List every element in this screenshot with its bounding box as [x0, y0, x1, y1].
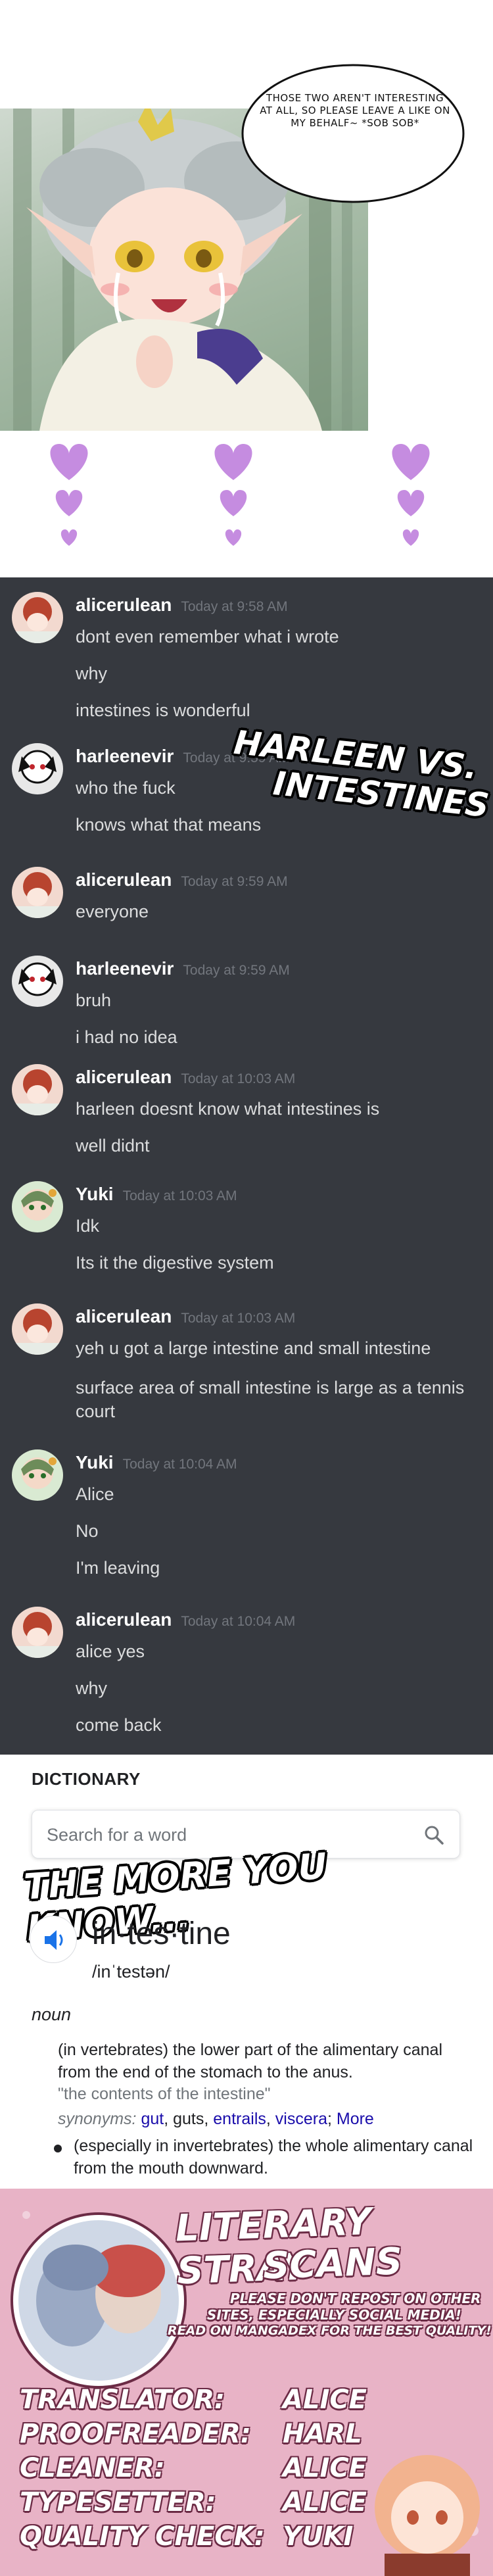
avatar-alicerulean[interactable]: [12, 1607, 63, 1658]
timestamp: Today at 10:03 AM: [181, 1071, 296, 1086]
avatar-alicerulean[interactable]: [12, 592, 63, 643]
credit-name: ALICE: [283, 2453, 367, 2483]
message-header: alicerulean Today at 10:03 AM: [76, 1067, 295, 1088]
bullet-dot: [54, 2145, 62, 2152]
speech-bubble: [241, 64, 465, 203]
credit-role: TYPESETTER:: [20, 2487, 216, 2517]
speech-bubble-text: THOSE TWO AREN'T INTERESTING AT ALL, SO …: [260, 92, 450, 129]
heart-stack-center: [214, 444, 252, 546]
message-line: surface area of small intestine is large…: [76, 1378, 465, 1421]
timestamp: Today at 10:04 AM: [122, 1457, 237, 1472]
message-line: dont even remember what i wrote: [76, 627, 339, 646]
message-line: harleen doesnt know what intestines is: [76, 1099, 380, 1119]
username[interactable]: alicerulean: [76, 1306, 172, 1326]
message-header: harleenevir Today at 9:59 AM: [76, 958, 290, 979]
message-line: i had no idea: [76, 1027, 177, 1047]
message-line: why: [76, 664, 108, 683]
avatar-harleenevir[interactable]: [12, 743, 63, 794]
more-synonyms-link[interactable]: More: [337, 2110, 374, 2128]
heart-stack-left: [50, 444, 88, 546]
credit-role: QUALITY CHECK:: [20, 2521, 265, 2552]
notice-line-2: SITES, ESPECIALLY SOCIAL MEDIA!: [207, 2307, 461, 2323]
username[interactable]: alicerulean: [76, 1067, 172, 1087]
message-line: Its it the digestive system: [76, 1253, 274, 1273]
username[interactable]: alicerulean: [76, 595, 172, 615]
notice-line-3: READ ON MANGADEX FOR THE BEST QUALITY!: [168, 2323, 492, 2338]
headword: in·tes·tine: [92, 1916, 231, 1951]
speaker-icon: [45, 1930, 63, 1950]
credit-name: ALICE: [283, 2487, 367, 2517]
timestamp: Today at 10:03 AM: [181, 1311, 296, 1326]
avatar-alicerulean[interactable]: [12, 1064, 63, 1115]
avatar-harleenevir[interactable]: [12, 956, 63, 1007]
message-line: alice yes: [76, 1641, 145, 1661]
manga-panel-section: THOSE TWO AREN'T INTERESTING AT ALL, SO …: [0, 0, 493, 572]
avatar-yuki[interactable]: [12, 1181, 63, 1232]
message-header: Yuki Today at 10:04 AM: [76, 1452, 237, 1473]
synonym-separator: ;: [327, 2110, 337, 2128]
dictionary-header: DICTIONARY: [32, 1769, 141, 1789]
scanlation-credits: LITERARY STRAY SCANS PLEASE DON'T REPOST…: [0, 2189, 493, 2576]
username[interactable]: harleenevir: [76, 958, 174, 979]
timestamp: Today at 9:59 AM: [183, 963, 290, 978]
synonyms-row: synonyms: gut, guts, entrails, viscera; …: [58, 2110, 374, 2129]
dictionary-card: DICTIONARY THE MORE YOU KNOW... in·tes·t…: [0, 1755, 493, 2189]
message-line: everyone: [76, 902, 149, 921]
synonym-link[interactable]: viscera: [275, 2110, 327, 2128]
message-header: alicerulean Today at 9:58 AM: [76, 595, 288, 616]
discord-chat-log: alicerulean Today at 9:58 AM dont even re…: [0, 577, 493, 1755]
timestamp: Today at 9:59 AM: [181, 874, 288, 889]
pronunciation-button[interactable]: [30, 1916, 77, 1963]
username[interactable]: alicerulean: [76, 1609, 172, 1630]
synonym-separator: ,: [164, 2110, 174, 2128]
message-line: well didnt: [76, 1136, 150, 1155]
username[interactable]: alicerulean: [76, 869, 172, 890]
message-line: intestines is wonderful: [76, 700, 250, 720]
message-line: Idk: [76, 1216, 100, 1236]
credit-name: HARL: [283, 2419, 362, 2449]
synonym-separator: ,: [204, 2110, 214, 2128]
username[interactable]: Yuki: [76, 1452, 114, 1472]
message-line: No: [76, 1521, 99, 1541]
message-line: why: [76, 1678, 108, 1698]
message-header: alicerulean Today at 9:59 AM: [76, 869, 288, 890]
synonym-link[interactable]: entrails: [213, 2110, 266, 2128]
part-of-speech: noun: [32, 2005, 72, 2024]
credit-name: ALICE: [283, 2385, 367, 2415]
heart-stack-right: [392, 444, 430, 546]
timestamp: Today at 10:03 AM: [122, 1188, 237, 1203]
credit-role: CLEANER:: [20, 2453, 165, 2483]
username[interactable]: harleenevir: [76, 746, 174, 766]
phonetic: /inˈtestən/: [92, 1962, 170, 1981]
group-name-line-2: SCANS: [262, 2240, 404, 2288]
example-1: "the contents of the intestine": [58, 2085, 271, 2103]
message-line: bruh: [76, 990, 112, 1010]
credit-role: PROOFREADER:: [20, 2419, 251, 2449]
synonyms-label: synonyms:: [58, 2110, 137, 2128]
definition-2: (especially in invertebrates) the whole …: [74, 2137, 473, 2177]
synonym-link[interactable]: gut: [141, 2110, 164, 2128]
message-header: Yuki Today at 10:03 AM: [76, 1184, 237, 1205]
message-line: I'm leaving: [76, 1558, 160, 1578]
definition-1: (in vertebrates) the lower part of the a…: [58, 2041, 442, 2081]
message-line: yeh u got a large intestine and small in…: [76, 1338, 431, 1358]
notice-line-1: PLEASE DON'T REPOST ON OTHER: [230, 2291, 481, 2306]
username[interactable]: Yuki: [76, 1184, 114, 1204]
message-header: alicerulean Today at 10:04 AM: [76, 1609, 295, 1630]
credit-role: TRANSLATOR:: [20, 2385, 225, 2415]
message-header: alicerulean Today at 10:03 AM: [76, 1306, 295, 1327]
synonym: guts: [173, 2110, 204, 2128]
avatar-yuki[interactable]: [12, 1449, 63, 1501]
message-line: Alice: [76, 1484, 114, 1504]
avatar-alicerulean[interactable]: [12, 1303, 63, 1355]
credit-name: YUKI: [283, 2521, 354, 2552]
avatar-alicerulean[interactable]: [12, 867, 63, 918]
synonym-separator: ,: [266, 2110, 275, 2128]
message-line: come back: [76, 1715, 162, 1735]
timestamp: Today at 9:58 AM: [181, 599, 288, 614]
timestamp: Today at 10:04 AM: [181, 1614, 296, 1629]
